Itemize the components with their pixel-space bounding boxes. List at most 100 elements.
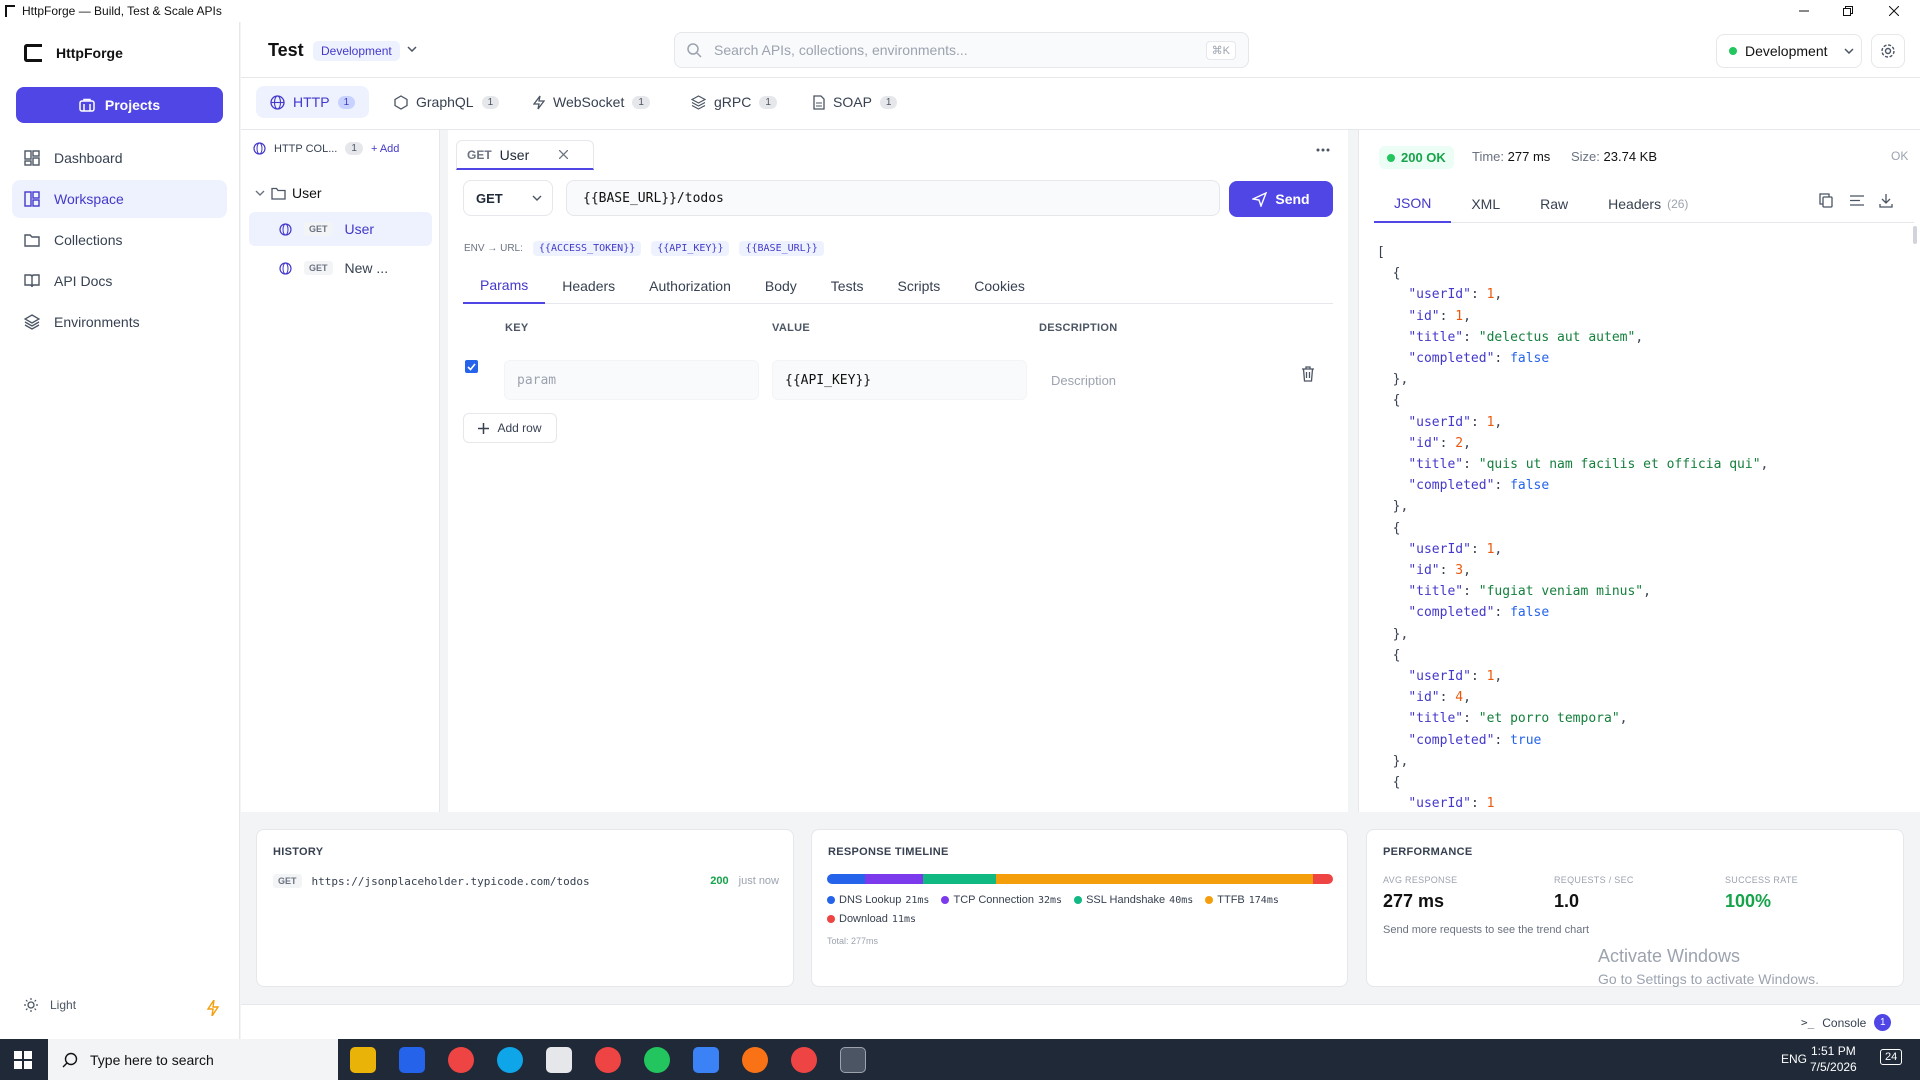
response-size-label: Size: (1571, 149, 1600, 164)
windows-start-icon[interactable] (14, 1051, 32, 1069)
httpforge-taskbar-icon[interactable] (840, 1047, 866, 1073)
tree-request-user[interactable]: GET User (249, 212, 432, 246)
chevron-down-icon (1843, 48, 1854, 54)
close-tab-icon[interactable] (559, 150, 569, 159)
history-item[interactable]: GET https://jsonplaceholder.typicode.com… (273, 874, 779, 888)
env-chip[interactable]: {{ACCESS_TOKEN}} (532, 241, 642, 256)
sidebar-item-workspace[interactable]: Workspace (12, 180, 227, 218)
tab-http[interactable]: HTTP 1 (256, 86, 370, 118)
delete-row-button[interactable] (1301, 366, 1315, 382)
tab-soap[interactable]: SOAP 1 (799, 86, 911, 118)
response-panel: 200 OK Time: 277 ms Size: 23.74 KB OK JS… (1358, 130, 1920, 812)
request-tab[interactable]: GET User (456, 140, 594, 170)
activate-windows-watermark: Activate Windows Go to Settings to activ… (1598, 946, 1819, 987)
timeline-legend-row-2: Download 11ms (827, 913, 916, 925)
tab-headers[interactable]: Headers (545, 268, 632, 304)
file-explorer-icon[interactable] (350, 1047, 376, 1073)
console-toggle[interactable]: >_ Console 1 (1801, 1014, 1892, 1031)
collections-count: 1 (345, 142, 363, 155)
param-description-input[interactable]: Description (1038, 360, 1293, 400)
close-icon (1889, 6, 1899, 16)
tree-folder-user[interactable]: User (255, 185, 322, 201)
tab-json[interactable]: JSON (1374, 185, 1452, 223)
download-icon[interactable] (1879, 193, 1893, 208)
settings-button[interactable] (1871, 34, 1905, 68)
minimize-icon (1799, 10, 1809, 12)
url-input[interactable]: {{BASE_URL}}/todos (566, 180, 1220, 216)
tab-response-headers[interactable]: Headers (26) (1588, 185, 1708, 223)
brand[interactable]: HttpForge (24, 44, 123, 62)
tab-body[interactable]: Body (748, 268, 814, 304)
env-chip[interactable]: {{API_KEY}} (651, 241, 730, 256)
add-collection-button[interactable]: + Add (371, 143, 399, 155)
layers-icon (24, 314, 40, 330)
stat-value: 1.0 (1554, 891, 1580, 911)
method-tag: GET (304, 261, 333, 275)
tab-authorization[interactable]: Authorization (632, 268, 748, 304)
response-scrollbar[interactable] (1913, 226, 1917, 244)
add-row-button[interactable]: Add row (463, 413, 557, 443)
firefox-icon[interactable] (742, 1047, 768, 1073)
lightning-icon[interactable] (207, 1000, 219, 1016)
json-response-body[interactable]: [ { "userId": 1, "id": 1, "title": "dele… (1377, 242, 1897, 807)
folder-label: User (292, 185, 322, 201)
sidebar-item-collections[interactable]: Collections (12, 221, 227, 259)
language-indicator[interactable]: ENG (1781, 1052, 1807, 1066)
project-dropdown-chevron-icon[interactable] (407, 46, 417, 52)
param-key-input[interactable]: param (504, 360, 759, 400)
tab-websocket[interactable]: WebSocket 1 (519, 86, 664, 118)
tree-request-new[interactable]: GET New ... (249, 251, 432, 285)
param-value-input[interactable]: {{API_KEY}} (772, 360, 1027, 400)
request-name: New ... (344, 260, 389, 276)
global-search-input[interactable]: Search APIs, collections, environments..… (674, 32, 1249, 68)
tab-tests[interactable]: Tests (814, 268, 881, 304)
chrome-icon[interactable] (791, 1047, 817, 1073)
more-options-icon[interactable] (1316, 148, 1330, 152)
timeline-total: Total: 277ms (827, 936, 879, 946)
projects-label: Projects (104, 97, 161, 113)
minimize-button[interactable] (1782, 0, 1826, 22)
format-icon[interactable] (1850, 195, 1864, 206)
tab-params[interactable]: Params (463, 268, 546, 304)
environment-select[interactable]: Development (1716, 34, 1862, 68)
method-select[interactable]: GET (463, 180, 553, 216)
env-chip[interactable]: {{BASE_URL}} (739, 241, 824, 256)
stat-label: AVG RESPONSE (1383, 875, 1458, 885)
chrome-icon[interactable] (644, 1047, 670, 1073)
legend-label: SSL Handshake (1086, 894, 1166, 906)
restore-button[interactable] (1826, 0, 1870, 22)
tab-graphql[interactable]: GraphQL 1 (380, 86, 513, 118)
request-panel: GET User GET {{BASE_URL}}/todos Send ENV… (448, 130, 1348, 812)
tab-raw[interactable]: Raw (1520, 185, 1588, 223)
notification-badge[interactable]: 24 (1880, 1049, 1903, 1065)
sidebar-item-dashboard[interactable]: Dashboard (12, 139, 227, 177)
tab-xml[interactable]: XML (1451, 185, 1520, 223)
tab-grpc[interactable]: gRPC 1 (677, 86, 791, 118)
httpforge-logo-icon (24, 44, 42, 62)
edge-icon[interactable] (497, 1047, 523, 1073)
brand-name: HttpForge (56, 45, 123, 61)
trash-icon (1302, 366, 1314, 382)
projects-button[interactable]: Projects (16, 87, 223, 123)
vscode-icon[interactable] (693, 1047, 719, 1073)
send-button[interactable]: Send (1229, 181, 1333, 217)
briefcase-icon (79, 98, 95, 112)
chrome-icon[interactable] (448, 1047, 474, 1073)
tab-scripts[interactable]: Scripts (880, 268, 957, 304)
close-window-button[interactable] (1872, 0, 1916, 22)
outlook-icon[interactable] (399, 1047, 425, 1073)
history-status: 200 (710, 875, 729, 887)
taskbar-search-input[interactable]: Type here to search (48, 1039, 338, 1080)
chrome-icon[interactable] (595, 1047, 621, 1073)
globe-icon (279, 222, 292, 236)
app-icon[interactable] (546, 1047, 572, 1073)
theme-toggle[interactable]: Light (24, 998, 76, 1012)
sidebar-item-environments[interactable]: Environments (12, 303, 227, 341)
tab-cookies[interactable]: Cookies (957, 268, 1042, 304)
sidebar-item-api-docs[interactable]: API Docs (12, 262, 227, 300)
history-card: HISTORY GET https://jsonplaceholder.typi… (256, 829, 794, 987)
avg-response-stat: AVG RESPONSE 277 ms (1383, 875, 1457, 912)
param-enabled-checkbox[interactable] (465, 360, 478, 373)
clock[interactable]: 1:51 PM 7/5/2026 (1810, 1043, 1857, 1075)
copy-icon[interactable] (1819, 193, 1833, 208)
